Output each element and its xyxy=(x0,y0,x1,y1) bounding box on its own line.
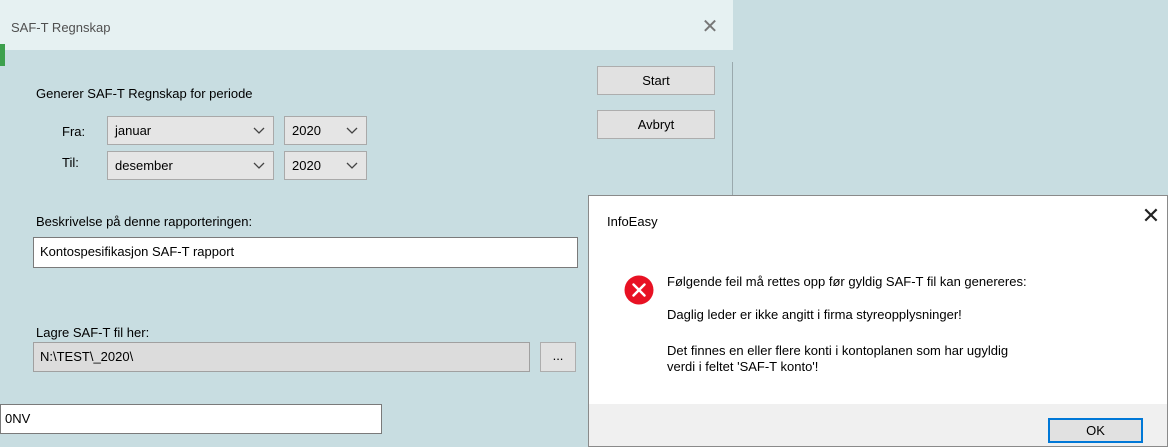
message-line-2: Daglig leder er ikke angitt i firma styr… xyxy=(667,307,962,322)
description-label: Beskrivelse på denne rapporteringen: xyxy=(36,214,253,229)
description-input[interactable]: Kontospesifikasjon SAF-T rapport xyxy=(33,237,578,268)
from-year-select[interactable]: 2020 xyxy=(284,116,367,145)
message-line-1: Følgende feil må rettes opp før gyldig S… xyxy=(667,274,1027,289)
to-label: Til: xyxy=(62,155,79,170)
message-box-title: InfoEasy xyxy=(607,214,658,229)
chevron-down-icon xyxy=(253,152,267,179)
save-path-input[interactable]: N:\TEST\_2020\ xyxy=(33,342,530,372)
chevron-down-icon xyxy=(253,117,267,144)
save-path-label: Lagre SAF-T fil her: xyxy=(36,325,150,340)
to-month-value: desember xyxy=(115,158,173,173)
from-month-value: januar xyxy=(115,123,152,138)
from-year-value: 2020 xyxy=(292,123,321,138)
saft-dialog-title: SAF-T Regnskap xyxy=(11,20,111,35)
period-heading: Generer SAF-T Regnskap for periode xyxy=(36,86,253,101)
saft-dialog-titlebar-edge xyxy=(0,50,733,62)
background-text-field[interactable]: 0NV xyxy=(0,404,382,434)
to-year-select[interactable]: 2020 xyxy=(284,151,367,180)
to-month-select[interactable]: desember xyxy=(107,151,274,180)
cancel-button[interactable]: Avbryt xyxy=(597,110,715,139)
to-year-value: 2020 xyxy=(292,158,321,173)
from-month-select[interactable]: januar xyxy=(107,116,274,145)
message-box-close-icon[interactable]: ✕ xyxy=(1139,203,1163,229)
error-icon xyxy=(624,275,654,305)
ok-button[interactable]: OK xyxy=(1048,418,1143,443)
chevron-down-icon xyxy=(346,152,360,179)
chevron-down-icon xyxy=(346,117,360,144)
message-line-3b: verdi i feltet 'SAF-T konto'! xyxy=(667,359,819,374)
saft-dialog-close-icon[interactable]: ✕ xyxy=(700,17,720,37)
from-label: Fra: xyxy=(62,124,86,139)
browse-button[interactable]: ... xyxy=(540,342,576,372)
window-accent-strip xyxy=(0,44,5,66)
message-line-3a: Det finnes en eller flere konti i kontop… xyxy=(667,343,1009,358)
start-button[interactable]: Start xyxy=(597,66,715,95)
